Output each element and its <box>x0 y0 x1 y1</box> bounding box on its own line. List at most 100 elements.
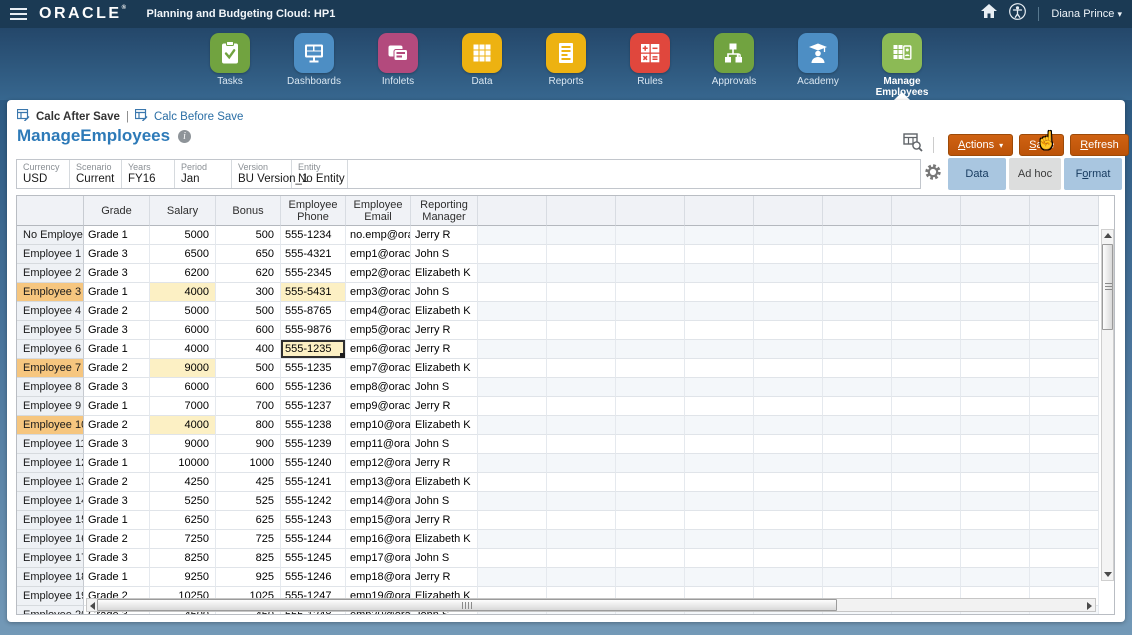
grid-cell-empty[interactable] <box>892 321 961 340</box>
grid-cell-empty[interactable] <box>892 302 961 321</box>
info-icon[interactable]: i <box>178 130 191 143</box>
grid-cell[interactable]: 5250 <box>150 492 216 511</box>
row-header[interactable]: Employee 16 <box>17 530 84 549</box>
grid-cell-empty[interactable] <box>547 226 616 245</box>
nav-item-reports[interactable]: Reports <box>524 28 608 100</box>
row-header[interactable]: Employee 14 <box>17 492 84 511</box>
grid-cell[interactable]: 6200 <box>150 264 216 283</box>
grid-cell-empty[interactable] <box>547 340 616 359</box>
grid-cell[interactable]: Jerry R <box>411 454 478 473</box>
grid-cell[interactable]: emp2@oracle.co <box>346 264 411 283</box>
grid-cell-empty[interactable] <box>754 511 823 530</box>
calc-after-save-link[interactable]: Calc After Save <box>36 111 120 123</box>
grid-cell[interactable]: 500 <box>216 302 281 321</box>
save-button[interactable]: Save <box>1019 134 1064 156</box>
grid-cell[interactable]: 9250 <box>150 568 216 587</box>
vertical-scroll-thumb[interactable] <box>1102 244 1113 330</box>
grid-cell-empty[interactable] <box>823 397 892 416</box>
grid-cell[interactable]: Jerry R <box>411 321 478 340</box>
row-header[interactable]: Employee 13 <box>17 473 84 492</box>
pov-entity[interactable]: Entity No Entity <box>292 160 348 188</box>
grid-cell-empty[interactable] <box>547 245 616 264</box>
grid-cell-empty[interactable] <box>1030 264 1099 283</box>
grid-cell-empty[interactable] <box>1030 245 1099 264</box>
grid-cell[interactable]: 5000 <box>150 302 216 321</box>
grid-cell[interactable]: 425 <box>216 473 281 492</box>
grid-cell[interactable]: 555-1238 <box>281 416 346 435</box>
grid-cell[interactable]: emp15@oracle.c <box>346 511 411 530</box>
grid-cell-empty[interactable] <box>1030 340 1099 359</box>
grid-cell-empty[interactable] <box>478 226 547 245</box>
grid-cell-empty[interactable] <box>892 226 961 245</box>
nav-item-tasks[interactable]: Tasks <box>188 28 272 100</box>
grid-cell[interactable]: 9000 <box>150 435 216 454</box>
grid-cell[interactable]: 555-5431 <box>281 283 346 302</box>
column-header-bonus[interactable]: Bonus <box>216 196 281 226</box>
grid-cell-empty[interactable] <box>1030 226 1099 245</box>
grid-cell[interactable]: 4000 <box>150 416 216 435</box>
grid-cell-empty[interactable] <box>961 245 1030 264</box>
grid-cell[interactable]: Grade 1 <box>84 283 150 302</box>
grid-cell-empty[interactable] <box>478 530 547 549</box>
tab-ad-hoc[interactable]: Ad hoc <box>1009 158 1061 190</box>
grid-cell[interactable]: 1000 <box>216 454 281 473</box>
accessibility-icon[interactable] <box>1009 3 1026 25</box>
scroll-right-icon[interactable] <box>1087 602 1092 610</box>
grid-cell-empty[interactable] <box>892 530 961 549</box>
grid-cell-empty[interactable] <box>478 340 547 359</box>
grid-cell-empty[interactable] <box>823 473 892 492</box>
grid-cell-empty[interactable] <box>616 492 685 511</box>
grid-cell[interactable]: emp11@oracle.c <box>346 435 411 454</box>
grid-cell[interactable]: emp1@oracle.co <box>346 245 411 264</box>
grid-cell[interactable]: 800 <box>216 416 281 435</box>
grid-cell-empty[interactable] <box>1030 473 1099 492</box>
row-header[interactable]: Employee 12 <box>17 454 84 473</box>
grid-cell[interactable]: 9000 <box>150 359 216 378</box>
grid-cell-empty[interactable] <box>547 321 616 340</box>
row-header[interactable]: Employee 10 <box>17 416 84 435</box>
grid-cell-empty[interactable] <box>961 454 1030 473</box>
grid-cell-empty[interactable] <box>685 492 754 511</box>
grid-cell-empty[interactable] <box>754 530 823 549</box>
grid-cell-empty[interactable] <box>892 549 961 568</box>
grid-cell[interactable]: 555-1243 <box>281 511 346 530</box>
grid-cell-empty[interactable] <box>1030 359 1099 378</box>
row-header[interactable]: Employee 11 <box>17 435 84 454</box>
grid-cell-empty[interactable] <box>961 264 1030 283</box>
grid-cell[interactable]: Elizabeth K <box>411 473 478 492</box>
nav-item-dashboards[interactable]: Dashboards <box>272 28 356 100</box>
grid-cell-empty[interactable] <box>685 435 754 454</box>
grid-cell-empty[interactable] <box>1030 492 1099 511</box>
grid-cell-empty[interactable] <box>961 397 1030 416</box>
grid-cell[interactable]: Grade 2 <box>84 302 150 321</box>
grid-cell-empty[interactable] <box>961 549 1030 568</box>
grid-cell-empty[interactable] <box>961 378 1030 397</box>
grid-cell-empty[interactable] <box>547 530 616 549</box>
grid-cell[interactable]: 6000 <box>150 378 216 397</box>
grid-cell[interactable]: 4000 <box>150 340 216 359</box>
grid-cell-empty[interactable] <box>823 302 892 321</box>
user-menu[interactable]: Diana Prince ▾ <box>1051 8 1122 20</box>
grid-cell-empty[interactable] <box>478 321 547 340</box>
grid-cell-empty[interactable] <box>754 378 823 397</box>
row-header[interactable]: Employee 17 <box>17 549 84 568</box>
grid-cell[interactable]: Elizabeth K <box>411 359 478 378</box>
pov-period[interactable]: Period Jan <box>175 160 232 188</box>
grid-cell[interactable]: no.emp@oracle.c <box>346 226 411 245</box>
pov-scenario[interactable]: Scenario Current <box>70 160 122 188</box>
grid-cell[interactable]: Grade 3 <box>84 378 150 397</box>
grid-cell-empty[interactable] <box>892 492 961 511</box>
actions-button[interactable]: Actions▾ <box>948 134 1013 156</box>
grid-cell[interactable]: Elizabeth K <box>411 302 478 321</box>
grid-cell[interactable]: Grade 1 <box>84 340 150 359</box>
grid-cell-empty[interactable] <box>892 473 961 492</box>
grid-cell[interactable]: emp12@oracle.c <box>346 454 411 473</box>
grid-cell[interactable]: emp13@oracle.c <box>346 473 411 492</box>
grid-cell[interactable]: 7250 <box>150 530 216 549</box>
grid-cell[interactable]: 6500 <box>150 245 216 264</box>
grid-cell-empty[interactable] <box>754 283 823 302</box>
grid-cell[interactable]: 8250 <box>150 549 216 568</box>
grid-cell[interactable]: 555-4321 <box>281 245 346 264</box>
row-header[interactable]: Employee 15 <box>17 511 84 530</box>
scroll-up-icon[interactable] <box>1104 233 1112 238</box>
